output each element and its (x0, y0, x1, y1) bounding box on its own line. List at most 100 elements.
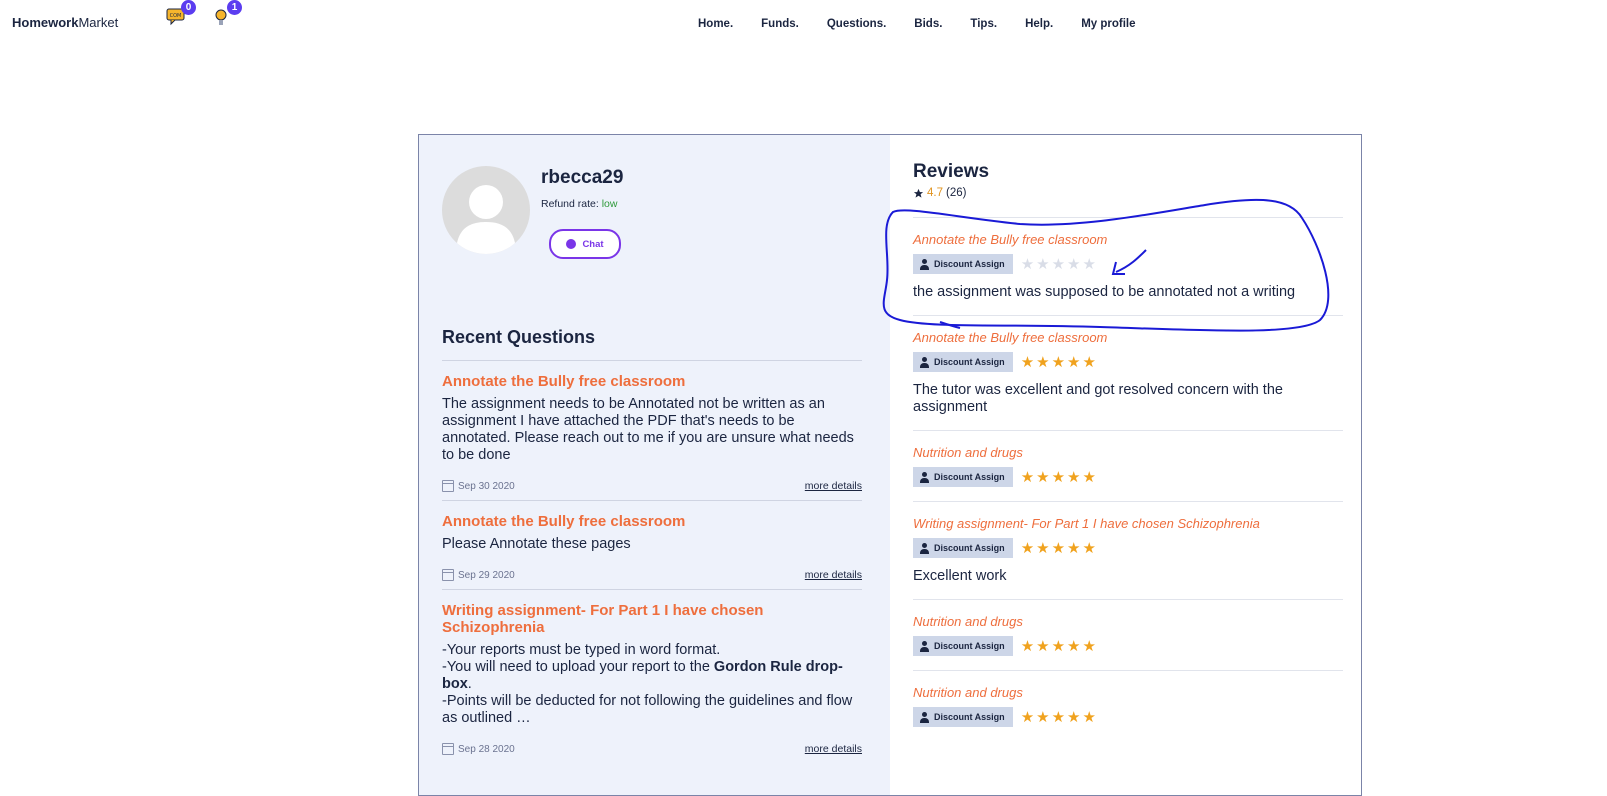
review-stars: ★★★★★ (1021, 539, 1098, 557)
chat-status-icon (566, 239, 577, 249)
question-date-text: Sep 29 2020 (458, 569, 515, 581)
reviews-heading: Reviews (913, 161, 990, 182)
rating-star-icon: ★ (1082, 354, 1098, 371)
review-tag-label: Discount Assign (934, 357, 1005, 367)
refund-rate: Refund rate: low (541, 198, 617, 210)
nav-my-profile[interactable]: My profile (1081, 18, 1135, 30)
review-title[interactable]: Annotate the Bully free classroom (913, 232, 1343, 247)
rating-star-icon: ★ (1036, 354, 1052, 371)
rating-star-icon: ★ (1082, 638, 1098, 655)
question-item: Writing assignment- For Part 1 I have ch… (442, 589, 862, 763)
rating-star-icon: ★ (1067, 709, 1083, 726)
question-title[interactable]: Annotate the Bully free classroom (442, 513, 862, 530)
user-icon (920, 711, 929, 723)
review-title[interactable]: Writing assignment- For Part 1 I have ch… (913, 516, 1343, 531)
review-tag: Discount Assign (913, 636, 1013, 656)
review-text: the assignment was supposed to be annota… (913, 284, 1296, 300)
rating-star-icon: ★ (1051, 709, 1068, 726)
review-tag-label: Discount Assign (934, 712, 1005, 722)
svg-text:COM: COM (170, 13, 182, 19)
user-icon (920, 258, 929, 270)
recent-questions-list: Annotate the Bully free classroom The as… (442, 360, 862, 763)
review-stars: ★★★★★ (1021, 708, 1098, 726)
rating-star-icon: ★ (1051, 469, 1068, 486)
review-tag: Discount Assign (913, 254, 1013, 274)
review-text: Excellent work (913, 568, 1007, 584)
rating-star-icon: ★ (1051, 540, 1068, 557)
rating-star-icon: ★ (1051, 638, 1068, 655)
question-body-line: -Points will be deducted for not followi… (442, 693, 853, 726)
review-text: The tutor was excellent and got resolved… (913, 382, 1283, 415)
review-stars: ★★★★★ (1021, 255, 1098, 273)
rating-star-icon: ★ (1036, 256, 1052, 273)
rating-star-icon: ★ (1036, 638, 1052, 655)
review-title[interactable]: Nutrition and drugs (913, 614, 1343, 629)
question-body-text: -You will need to upload your report to … (442, 659, 714, 675)
rating-star-icon: ★ (1020, 540, 1037, 557)
username: rbecca29 (541, 167, 624, 188)
question-body: -Your reports must be typed in word form… (442, 642, 862, 727)
lightbulb-icon[interactable]: 1 (212, 0, 242, 28)
reviews-rating: 4.7 (26) (913, 187, 966, 199)
question-body-text: . (467, 676, 472, 692)
review-item: Nutrition and drugs Discount Assign ★★★★★ (913, 670, 1343, 741)
review-title[interactable]: Nutrition and drugs (913, 445, 1343, 460)
more-details-link[interactable]: more details (805, 569, 862, 581)
rating-star-icon: ★ (1067, 354, 1083, 371)
rating-star-icon: ★ (1020, 256, 1037, 273)
rating-star-icon: ★ (1082, 256, 1098, 273)
brand-logo[interactable]: HomeworkMarket (12, 15, 118, 30)
nav-funds[interactable]: Funds. (761, 18, 799, 30)
review-tag-label: Discount Assign (934, 472, 1005, 482)
question-title[interactable]: Writing assignment- For Part 1 I have ch… (442, 602, 862, 636)
star-icon (913, 188, 924, 198)
nav-questions[interactable]: Questions. (827, 18, 886, 30)
question-date: Sep 29 2020 (442, 569, 515, 581)
review-tag-label: Discount Assign (934, 543, 1005, 553)
nav-help[interactable]: Help. (1025, 18, 1053, 30)
reviews-list: Annotate the Bully free classroom Discoun… (913, 217, 1343, 741)
review-tag: Discount Assign (913, 538, 1013, 558)
question-date-text: Sep 28 2020 (458, 743, 515, 755)
calendar-icon (442, 569, 454, 581)
review-title[interactable]: Nutrition and drugs (913, 685, 1343, 700)
review-tag-label: Discount Assign (934, 641, 1005, 651)
refund-value: low (601, 198, 618, 210)
review-stars: ★★★★★ (1021, 468, 1098, 486)
rating-value: 4.7 (927, 187, 943, 199)
rating-star-icon: ★ (1020, 638, 1037, 655)
user-icon (920, 640, 929, 652)
review-item: Nutrition and drugs Discount Assign ★★★★★ (913, 430, 1343, 501)
chat-label: Chat (582, 238, 604, 250)
question-title[interactable]: Annotate the Bully free classroom (442, 373, 862, 390)
review-tag: Discount Assign (913, 467, 1013, 487)
profile-card: rbecca29 Refund rate: low Chat Recent Qu… (418, 134, 1362, 796)
calendar-icon (442, 480, 454, 492)
more-details-link[interactable]: more details (805, 480, 862, 492)
rating-star-icon: ★ (1020, 709, 1037, 726)
rating-count: (26) (946, 187, 967, 199)
question-body: Please Annotate these pages (442, 536, 631, 552)
recent-questions-heading: Recent Questions (442, 327, 596, 347)
main-nav: Home. Funds. Questions. Bids. Tips. Help… (698, 18, 1164, 30)
nav-home[interactable]: Home. (698, 18, 733, 30)
question-item: Annotate the Bully free classroom The as… (442, 360, 862, 500)
ideas-badge: 1 (227, 0, 242, 15)
rating-star-icon: ★ (1067, 469, 1083, 486)
avatar (442, 166, 530, 254)
review-tag-label: Discount Assign (934, 259, 1005, 269)
question-body-line: -Your reports must be typed in word form… (442, 642, 721, 658)
review-item: Annotate the Bully free classroom Discoun… (913, 315, 1343, 430)
brand-bold: Homework (12, 15, 79, 30)
chat-button[interactable]: Chat (549, 229, 621, 259)
review-title[interactable]: Annotate the Bully free classroom (913, 330, 1343, 345)
rating-star-icon: ★ (1082, 709, 1098, 726)
nav-bids[interactable]: Bids. (914, 18, 942, 30)
profile-panel: rbecca29 Refund rate: low Chat Recent Qu… (419, 135, 890, 795)
review-item: Writing assignment- For Part 1 I have ch… (913, 501, 1343, 599)
nav-tips[interactable]: Tips. (970, 18, 997, 30)
more-details-link[interactable]: more details (805, 743, 862, 755)
messages-icon[interactable]: COM 0 (166, 0, 196, 28)
reviews-panel: Reviews 4.7 (26) Annotate the Bully free… (890, 135, 1361, 795)
question-date-text: Sep 30 2020 (458, 480, 515, 492)
